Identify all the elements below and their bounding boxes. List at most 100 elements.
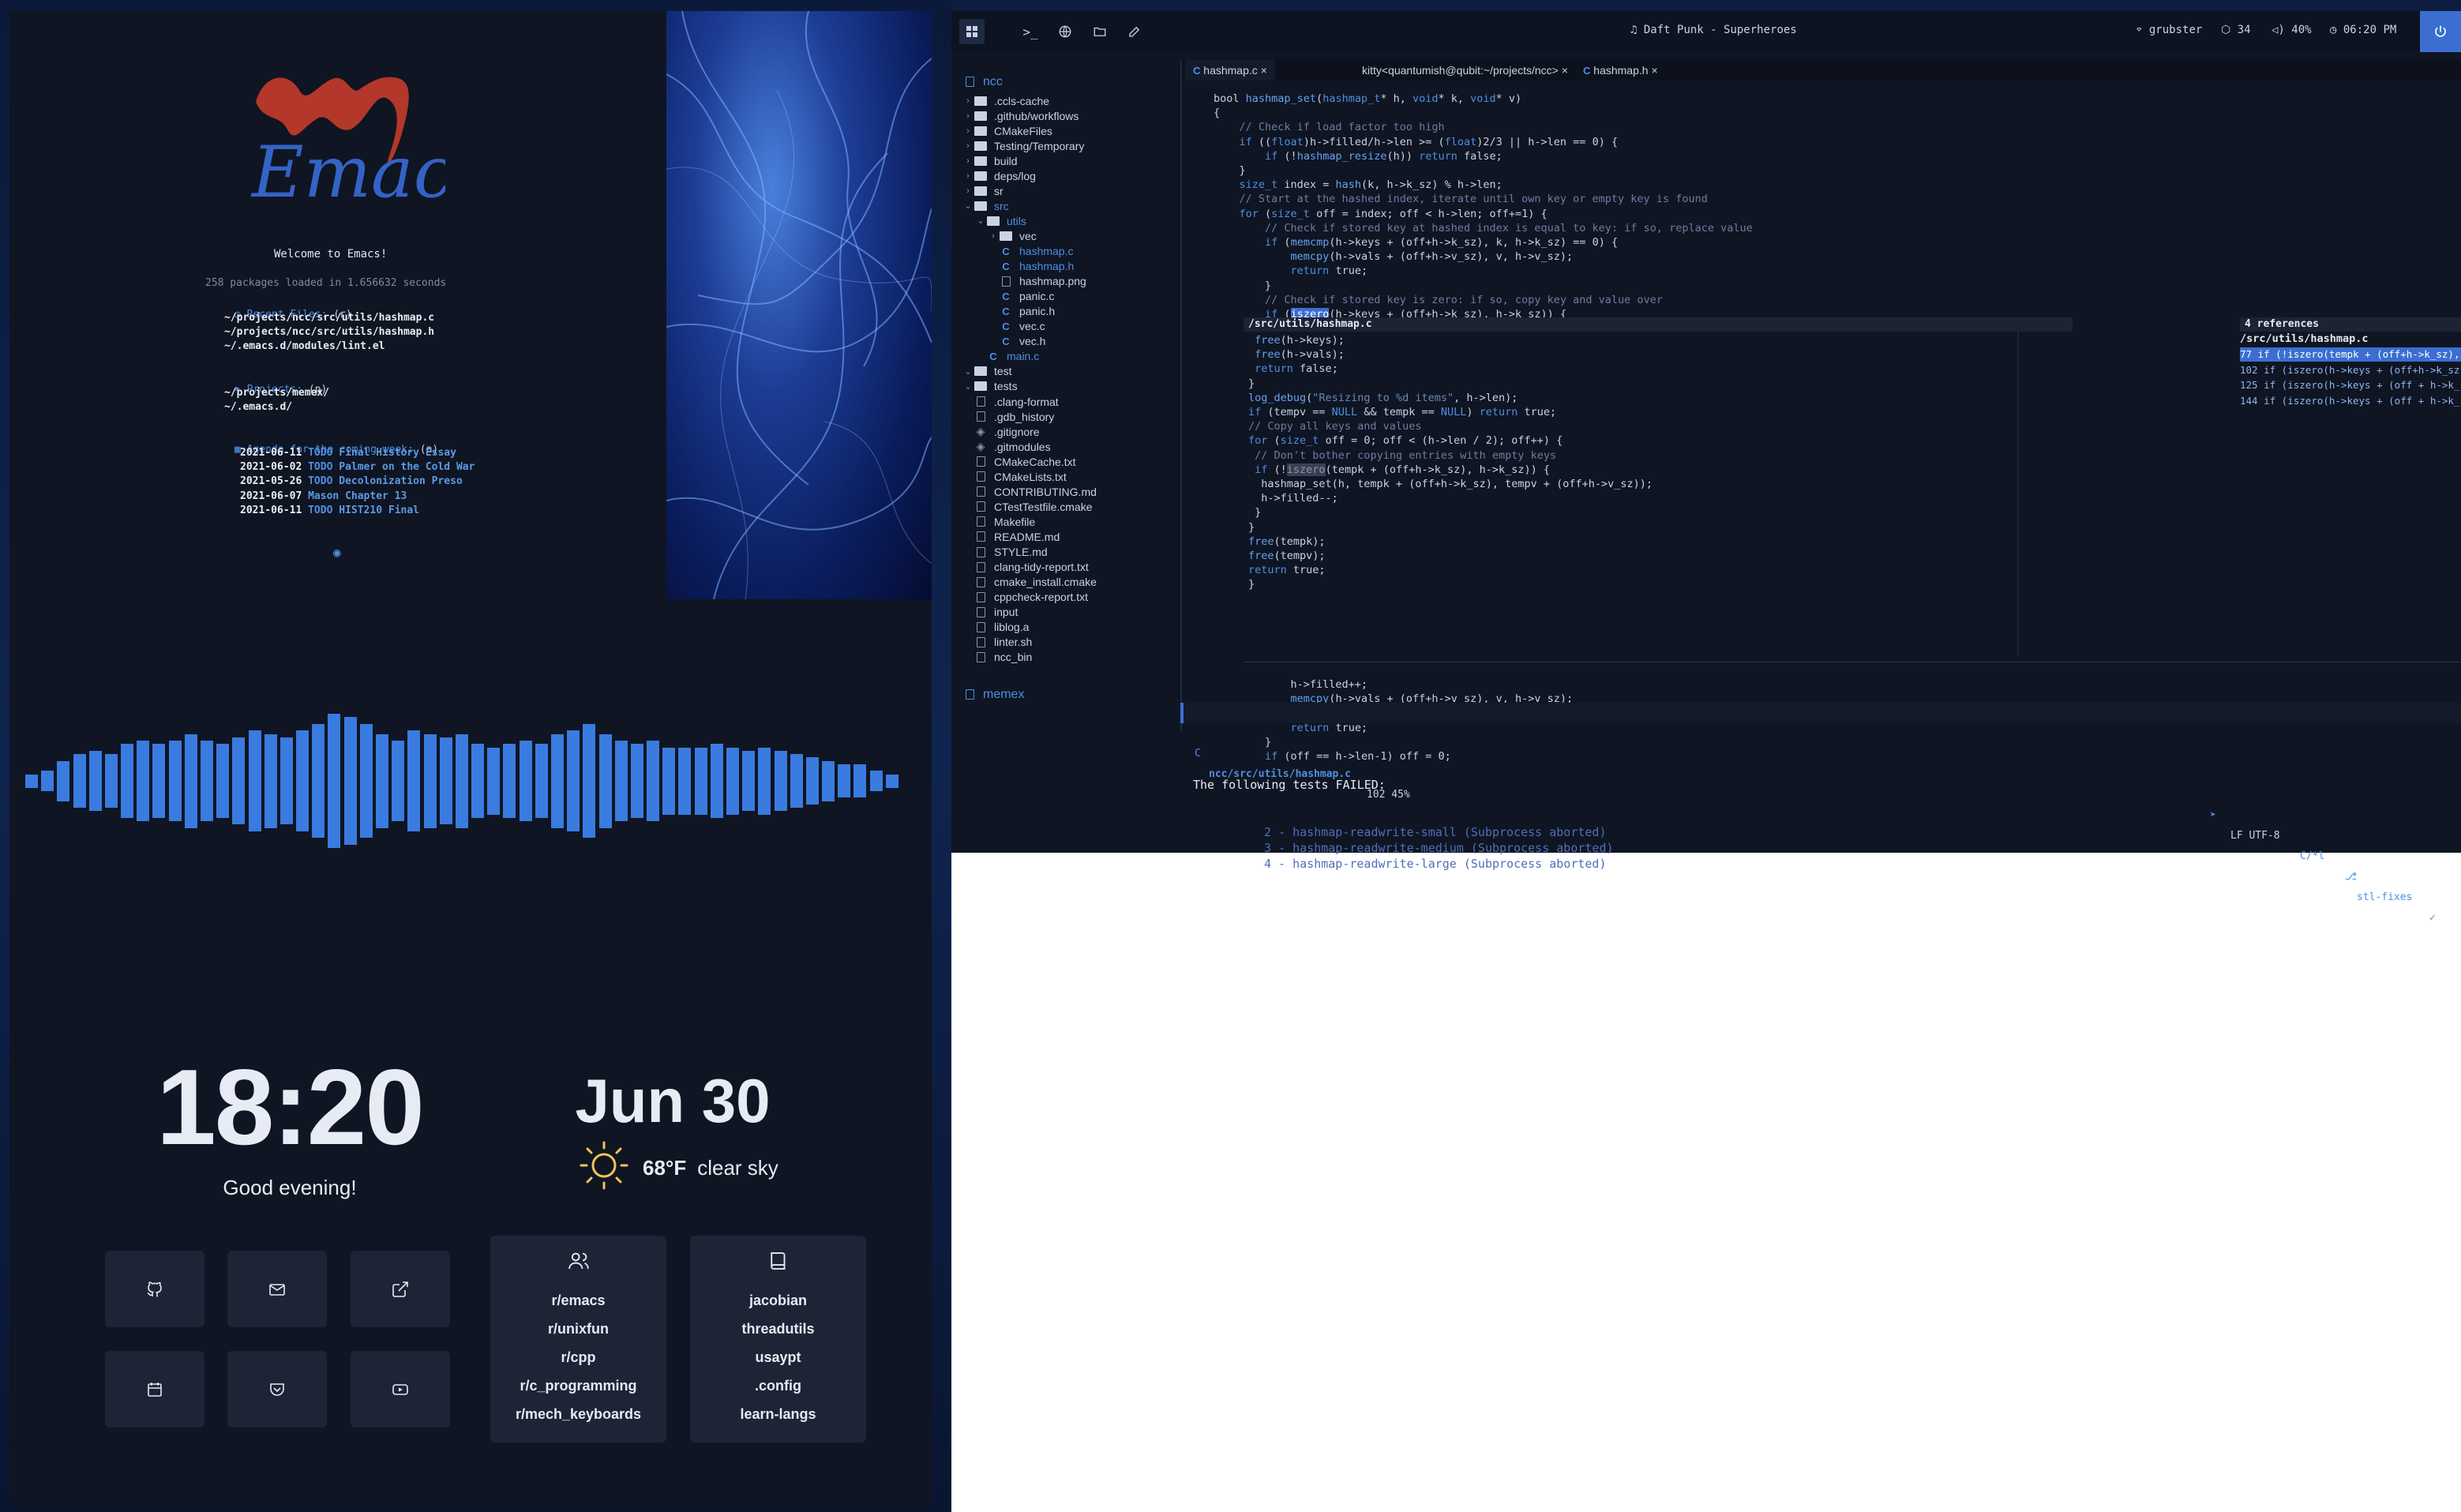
repo-link[interactable]: jacobian bbox=[690, 1286, 866, 1315]
treemacs-sidebar: ncc › .ccls-cache › .github/workflows › CMake… bbox=[962, 63, 1185, 718]
emacs-window: >_ ♫ Daft Punk - Superheroes ⌔ grubster … bbox=[951, 11, 2461, 924]
reference-item[interactable]: 77 if (!iszero(tempk + (off+h->k_sz), h-… bbox=[2240, 347, 2461, 362]
volume-status[interactable]: ◁) 40% bbox=[2272, 24, 2312, 36]
tree-item[interactable]: Makefile bbox=[962, 514, 1035, 529]
tree-item[interactable]: hashmap.png bbox=[988, 274, 1086, 289]
recent-file-item[interactable]: ~/projects/ncc/src/utils/hashmap.h bbox=[224, 326, 434, 338]
tree-item[interactable]: ⌄ tests bbox=[962, 379, 1017, 394]
tree-item[interactable]: .clang-format bbox=[962, 394, 1059, 409]
calendar-link-button[interactable] bbox=[105, 1351, 204, 1428]
pocket-link-button[interactable] bbox=[227, 1351, 327, 1428]
tree-item[interactable]: clang-tidy-report.txt bbox=[962, 560, 1089, 575]
reddit-link[interactable]: r/cpp bbox=[490, 1343, 666, 1371]
wifi-status[interactable]: ⌔ grubster bbox=[2136, 24, 2202, 36]
recent-file-item[interactable]: ~/projects/ncc/src/utils/hashmap.c bbox=[224, 312, 434, 324]
tree-item[interactable]: CMakeLists.txt bbox=[962, 469, 1067, 484]
tree-item[interactable]: linter.sh bbox=[962, 635, 1032, 650]
tree-item[interactable]: liblog.a bbox=[962, 620, 1029, 635]
visualizer-bar bbox=[742, 750, 756, 812]
now-playing[interactable]: ♫ Daft Punk - Superheroes bbox=[1630, 24, 1797, 36]
tree-item[interactable]: › .github/workflows bbox=[962, 108, 1079, 123]
package-updates[interactable]: ⬡ 34 bbox=[2221, 24, 2251, 36]
tree-item[interactable]: cppcheck-report.txt bbox=[962, 590, 1088, 605]
tree-item[interactable]: ncc_bin bbox=[962, 650, 1032, 665]
tree-item[interactable]: ⌄ test bbox=[962, 364, 1011, 379]
c-file-icon: C bbox=[1002, 260, 1010, 272]
repo-link[interactable]: learn-langs bbox=[690, 1400, 866, 1428]
visualizer-bar bbox=[694, 747, 707, 815]
tab-hashmap-c[interactable]: C hashmap.c × bbox=[1185, 60, 1275, 81]
power-button[interactable] bbox=[2420, 11, 2461, 52]
tree-item[interactable]: ◈ .gitmodules bbox=[962, 439, 1051, 454]
tree-item[interactable]: .gdb_history bbox=[962, 409, 1054, 424]
tree-item[interactable]: Chashmap.h bbox=[988, 259, 1074, 274]
repo-link[interactable]: threadutils bbox=[690, 1315, 866, 1343]
tree-item[interactable]: › sr bbox=[962, 183, 1004, 198]
reddit-link[interactable]: r/emacs bbox=[490, 1286, 666, 1315]
tree-item[interactable]: STYLE.md bbox=[962, 545, 1048, 560]
tree-item[interactable]: Chashmap.c bbox=[988, 244, 1073, 259]
tree-item[interactable]: Cmain.c bbox=[975, 349, 1039, 364]
files-button[interactable] bbox=[1090, 22, 1109, 41]
external-link-button[interactable] bbox=[351, 1251, 450, 1327]
project-item[interactable]: ~/.emacs.d/ bbox=[224, 401, 292, 413]
tree-item[interactable]: ⌄ src bbox=[962, 198, 1008, 213]
tree-item[interactable]: input bbox=[962, 605, 1018, 620]
tree-item[interactable]: › build bbox=[962, 153, 1017, 168]
agenda-date: 2021-06-02 bbox=[240, 461, 302, 474]
tree-item[interactable]: Cpanic.h bbox=[988, 304, 1055, 319]
reference-item[interactable]: 102 if (iszero(h->keys + (off+h->k_sz), … bbox=[2240, 363, 2461, 377]
mail-link-button[interactable] bbox=[227, 1251, 327, 1327]
tree-item[interactable]: ⌄ utils bbox=[975, 213, 1026, 228]
tab-hashmap-h[interactable]: C hashmap.h × bbox=[1575, 60, 1666, 81]
reference-item[interactable]: 144 if (iszero(h->keys + (off + h->k_sz)… bbox=[2240, 394, 2461, 408]
tab-kitty[interactable]: kitty<quantumish@qubit:~/projects/ncc> × bbox=[1354, 60, 1576, 81]
tree-item[interactable]: › deps/log bbox=[962, 168, 1036, 183]
reddit-link[interactable]: r/unixfun bbox=[490, 1315, 666, 1343]
tree-project-memex[interactable]: memex bbox=[962, 687, 1024, 702]
c-file-icon: C bbox=[1583, 65, 1591, 77]
modeline-branch[interactable]: stl-fixes bbox=[2357, 887, 2412, 908]
tree-item[interactable]: Cvec.c bbox=[988, 319, 1045, 334]
terminal-button[interactable]: >_ bbox=[1021, 22, 1040, 41]
editor-button[interactable] bbox=[1125, 22, 1144, 41]
repo-link[interactable]: .config bbox=[690, 1371, 866, 1400]
tree-item[interactable]: › Testing/Temporary bbox=[962, 138, 1084, 153]
project-item[interactable]: ~/projects/memex/ bbox=[224, 387, 329, 399]
reddit-link[interactable]: r/mech_keyboards bbox=[490, 1400, 666, 1428]
visualizer-bar bbox=[598, 733, 612, 828]
file-icon bbox=[976, 651, 985, 662]
reddit-link[interactable]: r/c_programming bbox=[490, 1371, 666, 1400]
agenda-item[interactable]: 2021-06-11 TODO Final History Essay bbox=[240, 447, 456, 459]
modeline-major-mode[interactable]: C/*l bbox=[2300, 846, 2324, 867]
tree-item[interactable]: Cpanic.c bbox=[988, 289, 1054, 304]
browser-button[interactable] bbox=[1056, 22, 1075, 41]
agenda-item[interactable]: 2021-06-02 TODO Palmer on the Cold War bbox=[240, 461, 475, 473]
clock-status[interactable]: ◷ 06:20 PM bbox=[2330, 24, 2396, 36]
agenda-item[interactable]: 2021-05-26 TODO Decolonization Preso bbox=[240, 475, 463, 487]
tree-item[interactable]: › vec bbox=[988, 228, 1037, 243]
tree-item[interactable]: README.md bbox=[962, 529, 1060, 544]
tree-item[interactable]: CONTRIBUTING.md bbox=[962, 484, 1097, 499]
tree-item[interactable]: CTestTestfile.cmake bbox=[962, 499, 1092, 514]
editor-area[interactable]: C hashmap.c × kitty<quantumish@qubit:~/p… bbox=[1180, 60, 2461, 763]
workspaces-button[interactable] bbox=[959, 19, 985, 44]
repo-link[interactable]: usaypt bbox=[690, 1343, 866, 1371]
code-top: bool hashmap_set(hashmap_t* h, void* k, … bbox=[1214, 92, 1753, 321]
youtube-link-button[interactable] bbox=[351, 1351, 450, 1428]
tree-item[interactable]: › CMakeFiles bbox=[962, 123, 1052, 138]
agenda-item[interactable]: 2021-06-11 TODO HIST210 Final bbox=[240, 505, 419, 516]
reference-item[interactable]: 125 if (iszero(h->keys + (off + h->k_sz)… bbox=[2240, 378, 2461, 392]
tree-item[interactable]: Cvec.h bbox=[988, 334, 1045, 349]
emacs-small-icon[interactable]: ◉ bbox=[333, 545, 341, 560]
github-link-button[interactable] bbox=[105, 1251, 204, 1327]
recent-file-item[interactable]: ~/.emacs.d/modules/lint.el bbox=[224, 340, 385, 352]
tab-label: hashmap.c × bbox=[1203, 64, 1267, 77]
agenda-item[interactable]: 2021-06-07 Mason Chapter 13 bbox=[240, 490, 407, 502]
tree-item[interactable]: ◈ .gitignore bbox=[962, 424, 1040, 439]
tree-item[interactable]: CMakeCache.txt bbox=[962, 454, 1075, 469]
tree-item[interactable]: › .ccls-cache bbox=[962, 93, 1049, 108]
tree-item[interactable]: cmake_install.cmake bbox=[962, 575, 1097, 590]
tree-project-ncc[interactable]: ncc bbox=[962, 74, 1003, 89]
visualizer-bar bbox=[279, 737, 293, 825]
